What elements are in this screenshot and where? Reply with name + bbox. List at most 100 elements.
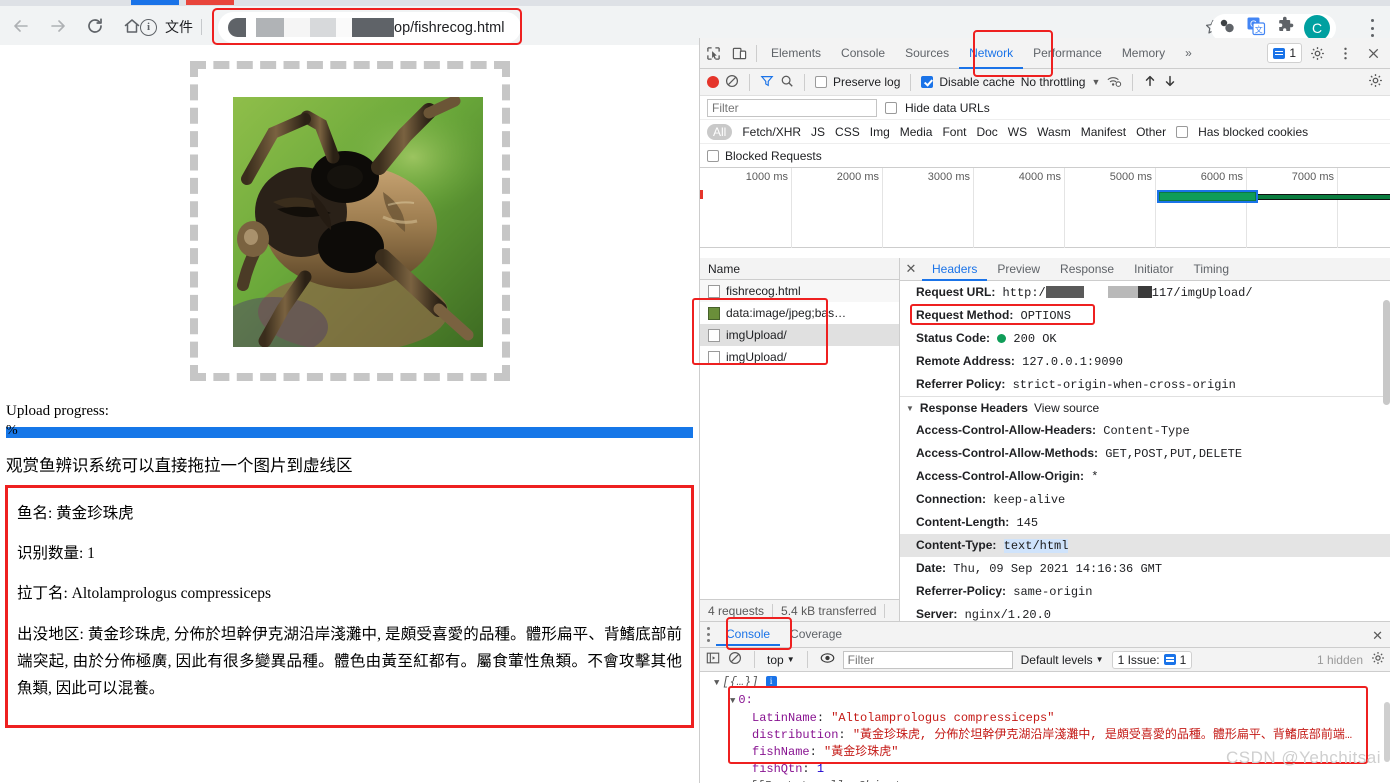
expand-caret-icon[interactable]: ▼: [730, 696, 735, 706]
forward-button[interactable]: [42, 10, 74, 42]
clear-icon[interactable]: [725, 74, 739, 91]
preserve-log-label[interactable]: Preserve log: [833, 75, 900, 89]
back-button[interactable]: [5, 10, 37, 42]
devtools-close-icon[interactable]: [1360, 40, 1386, 66]
console-levels-select[interactable]: Default levels ▼: [1021, 653, 1104, 667]
capture-settings-gear-icon[interactable]: [1368, 73, 1383, 91]
blob-extension-icon[interactable]: [1217, 16, 1237, 41]
tab-elements[interactable]: Elements: [761, 38, 831, 69]
has-blocked-cookies-label[interactable]: Has blocked cookies: [1198, 125, 1308, 139]
console-settings-gear-icon[interactable]: [1371, 651, 1385, 668]
header-value: http:/: [1002, 285, 1046, 300]
table-row[interactable]: fishrecog.html: [700, 280, 899, 302]
devtools-more-icon[interactable]: [1332, 40, 1358, 66]
disable-cache-label[interactable]: Disable cache: [939, 75, 1014, 89]
drawer-more-icon[interactable]: [700, 627, 716, 642]
type-filter-other[interactable]: Other: [1136, 125, 1166, 139]
table-row[interactable]: data:image/jpeg;bas…: [700, 302, 899, 324]
table-row[interactable]: imgUpload/: [700, 324, 899, 346]
search-icon[interactable]: [780, 74, 794, 91]
console-prototype-row[interactable]: ▶[[Prototype]]: Object: [700, 778, 1390, 782]
record-stop-icon[interactable]: [707, 76, 719, 88]
export-har-icon[interactable]: [1163, 74, 1177, 91]
live-expression-icon[interactable]: [820, 651, 835, 668]
tab-performance[interactable]: Performance: [1023, 38, 1112, 69]
table-row[interactable]: imgUpload/: [700, 346, 899, 368]
info-icon[interactable]: i: [765, 676, 777, 687]
request-detail-tabs: ✕ Headers Preview Response Initiator Tim…: [900, 258, 1390, 281]
type-filter-manifest[interactable]: Manifest: [1081, 125, 1126, 139]
response-header-row: Access-Control-Allow-Methods: GET,POST,P…: [900, 442, 1390, 465]
detail-tab-preview[interactable]: Preview: [987, 258, 1050, 281]
type-filter-fetchxhr[interactable]: Fetch/XHR: [742, 125, 801, 139]
drawer-tab-console[interactable]: Console: [716, 623, 780, 646]
drawer-close-icon[interactable]: ✕: [1372, 628, 1383, 644]
message-count-badge[interactable]: 1: [1267, 43, 1302, 63]
detail-tab-initiator[interactable]: Initiator: [1124, 258, 1183, 281]
issues-chip[interactable]: 1 Issue: 1: [1111, 650, 1193, 669]
hide-data-urls-label[interactable]: Hide data URLs: [905, 101, 990, 115]
tab-network[interactable]: Network: [959, 38, 1023, 69]
blocked-requests-label[interactable]: Blocked Requests: [725, 149, 822, 163]
chevron-down-icon[interactable]: ▼: [1091, 77, 1100, 87]
close-detail-icon[interactable]: ✕: [900, 261, 922, 277]
type-filter-img[interactable]: Img: [870, 125, 890, 139]
disable-cache-checkbox[interactable]: [921, 76, 934, 88]
console-context-select[interactable]: top ▼: [767, 653, 795, 667]
console-root-row[interactable]: ▼ [{…}] i: [700, 674, 1390, 692]
google-translate-icon[interactable]: G文: [1246, 16, 1266, 41]
type-filter-media[interactable]: Media: [900, 125, 933, 139]
type-filter-ws[interactable]: WS: [1008, 125, 1027, 139]
console-index-row[interactable]: ▼ 0:: [700, 692, 1390, 710]
omnibox-divider: [201, 19, 202, 35]
network-conditions-icon[interactable]: [1106, 74, 1122, 91]
type-filter-all[interactable]: All: [707, 123, 733, 140]
tab-indicator-red[interactable]: [186, 0, 234, 5]
tab-sources[interactable]: Sources: [895, 38, 959, 69]
reload-button[interactable]: [79, 10, 111, 42]
type-filter-wasm[interactable]: Wasm: [1037, 125, 1071, 139]
timeline-selection-window[interactable]: [1157, 190, 1258, 203]
preserve-log-checkbox[interactable]: [815, 76, 827, 88]
console-sidebar-icon[interactable]: [706, 651, 720, 668]
clear-console-icon[interactable]: [728, 651, 742, 668]
upload-progress-bar: [6, 427, 693, 438]
response-headers-section[interactable]: ▼ Response Headers View source: [900, 396, 1390, 419]
detail-tab-timing[interactable]: Timing: [1183, 258, 1239, 281]
import-har-icon[interactable]: [1143, 74, 1157, 91]
tab-memory[interactable]: Memory: [1112, 38, 1175, 69]
puzzle-extension-icon[interactable]: [1275, 16, 1295, 41]
device-toolbar-icon[interactable]: [726, 40, 752, 66]
network-overview-timeline[interactable]: 1000 ms 2000 ms 3000 ms 4000 ms 5000 ms …: [700, 168, 1390, 248]
kebab-menu-icon[interactable]: [1364, 19, 1380, 37]
inspect-element-icon[interactable]: [700, 40, 726, 66]
network-filter-input[interactable]: [707, 98, 877, 117]
gear-icon[interactable]: [1304, 40, 1330, 66]
detail-tab-response[interactable]: Response: [1050, 258, 1124, 281]
type-filter-doc[interactable]: Doc: [976, 125, 997, 139]
request-list-header[interactable]: Name: [700, 258, 899, 280]
info-circle-icon[interactable]: i: [140, 18, 157, 36]
blocked-requests-row: Blocked Requests: [700, 144, 1390, 168]
image-dropzone[interactable]: [190, 61, 510, 381]
more-panels-icon[interactable]: »: [1175, 38, 1202, 69]
tab-console[interactable]: Console: [831, 38, 895, 69]
hide-data-urls-checkbox[interactable]: [885, 101, 897, 114]
type-filter-font[interactable]: Font: [942, 125, 966, 139]
type-filter-css[interactable]: CSS: [835, 125, 860, 139]
throttling-select[interactable]: No throttling: [1021, 75, 1086, 89]
detail-scrollbar[interactable]: [1383, 300, 1390, 405]
console-scrollbar[interactable]: [1384, 702, 1390, 762]
has-blocked-cookies-checkbox[interactable]: [1176, 125, 1189, 138]
tab-indicator-blue[interactable]: [131, 0, 179, 5]
console-filter-input[interactable]: [842, 650, 1013, 669]
console-output[interactable]: ▼ [{…}] i ▼ 0: LatinName: "Altolamprologus…: [700, 672, 1390, 782]
address-bar[interactable]: op/fishrecog.html: [218, 12, 521, 43]
blocked-requests-checkbox[interactable]: [707, 149, 719, 162]
type-filter-js[interactable]: JS: [811, 125, 825, 139]
detail-tab-headers[interactable]: Headers: [922, 258, 987, 281]
view-source-link[interactable]: View source: [1034, 401, 1099, 415]
drawer-tab-coverage[interactable]: Coverage: [780, 623, 852, 646]
expand-caret-icon[interactable]: ▼: [714, 678, 719, 688]
funnel-icon[interactable]: [760, 74, 774, 91]
